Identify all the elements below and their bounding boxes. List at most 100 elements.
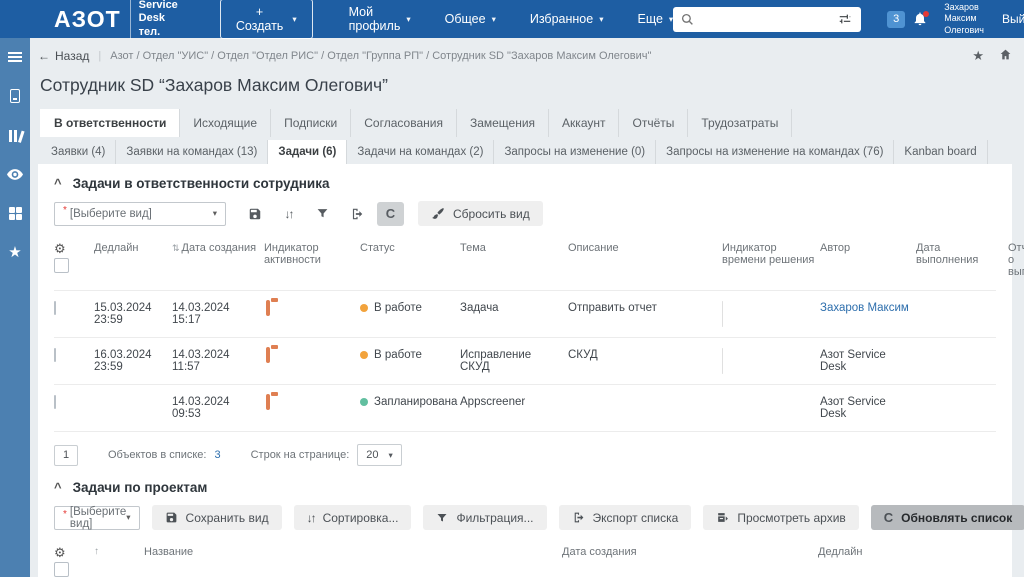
save-view-button[interactable] [241, 202, 268, 226]
button-label: Фильтрация... [456, 511, 533, 525]
sub-tab[interactable]: Заявки (4) [40, 140, 116, 164]
main-tab[interactable]: Отчёты [619, 109, 688, 137]
reset-view-button[interactable]: Сбросить вид [418, 201, 543, 226]
author-link[interactable]: Захаров Максим [820, 302, 909, 314]
main-tab[interactable]: Замещения [457, 109, 549, 137]
sub-tab[interactable]: Kanban board [894, 140, 987, 164]
task-clipboard-icon[interactable] [266, 394, 270, 410]
table-row[interactable]: 14.03.2024 09:53 Запланирована Appscreen… [54, 384, 996, 432]
row-checkbox[interactable] [54, 348, 56, 362]
refresh-button[interactable]: C [377, 202, 404, 226]
sub-tab[interactable]: Запросы на изменение на командах (76) [656, 140, 894, 164]
select-all-checkbox[interactable] [54, 562, 69, 577]
refresh-list-button[interactable]: C Обновлять список [871, 505, 1024, 530]
save-view-button[interactable]: Сохранить вид [152, 505, 282, 530]
export-button[interactable] [343, 202, 370, 226]
main-tab[interactable]: Подписки [271, 109, 351, 137]
table-row[interactable]: 15.03.2024 23:59 14.03.2024 15:17 В рабо… [54, 290, 996, 337]
sub-tab[interactable]: Задачи на командах (2) [347, 140, 494, 164]
sub-tab[interactable]: Задачи (6) [268, 140, 347, 164]
favorite-star-button[interactable]: ★ [972, 48, 984, 64]
main-tab[interactable]: Исходящие [180, 109, 271, 137]
chevron-down-icon: ▾ [599, 14, 603, 25]
save-icon [165, 511, 178, 524]
cell-theme: Исправление СКУД [460, 349, 564, 373]
collapse-section-button[interactable]: ^ [54, 177, 62, 190]
chevron-down-icon: ▾ [126, 512, 130, 523]
chevron-down-icon: ▾ [389, 450, 393, 461]
tasks-toolbar: * [Выберите вид] ▾ ↓↑ [54, 201, 996, 226]
column-header[interactable]: ⇅Дата создания [172, 242, 260, 254]
rows-per-page-label: Строк на странице: [251, 449, 350, 461]
objects-count-label: Объектов в списке: [108, 449, 206, 461]
search-settings-sliders-icon[interactable] [837, 12, 853, 26]
collapse-section-button[interactable]: ^ [54, 481, 62, 494]
column-header-label: Дата создания [182, 242, 257, 254]
select-all-checkbox[interactable] [54, 258, 69, 273]
brand: АЗОТ Service Desk тел. [54, 0, 178, 39]
back-link[interactable]: ← Назад [38, 49, 89, 63]
create-button[interactable]: + Создать ▾ [220, 0, 313, 39]
export-list-button[interactable]: Экспорт списка [559, 505, 692, 530]
column-header[interactable]: Индикатор активности [264, 242, 356, 266]
sub-tab[interactable]: Запросы на изменение (0) [494, 140, 656, 164]
column-header[interactable]: Тема [460, 242, 564, 254]
home-button[interactable] [999, 48, 1012, 64]
notifications-bell-button[interactable] [912, 10, 928, 28]
sort-button[interactable]: ↓↑ [275, 202, 302, 226]
page-number-button[interactable]: 1 [54, 445, 78, 466]
sidebar-menu-button[interactable] [4, 48, 26, 66]
hamburger-menu-icon [8, 52, 22, 62]
sort-button[interactable]: ↓↑ Сортировка... [294, 505, 412, 530]
notification-count-badge[interactable]: 3 [887, 11, 905, 28]
left-sidebar: ★ [0, 38, 30, 577]
funnel-icon [436, 512, 448, 524]
row-checkbox[interactable] [54, 395, 56, 409]
column-header[interactable]: Статус [360, 242, 456, 254]
breadcrumb[interactable]: Азот / Отдел "УИС" / Отдел "Отдел РИС" /… [110, 50, 651, 62]
table-row[interactable]: 16.03.2024 23:59 14.03.2024 11:57 В рабо… [54, 337, 996, 384]
rows-per-page-select[interactable]: 20 ▾ [357, 444, 402, 466]
columns-settings-gear-icon[interactable]: ⚙ [54, 242, 66, 255]
main-tab[interactable]: Трудозатраты [688, 109, 792, 137]
filter-button[interactable] [309, 202, 336, 226]
sort-up-icon[interactable]: ↑ [94, 546, 140, 557]
sidebar-apps-button[interactable] [4, 204, 26, 222]
main-tab[interactable]: Аккаунт [549, 109, 619, 137]
button-label: Сортировка... [323, 511, 399, 525]
author-name: Азот Service Desk [820, 349, 912, 373]
column-header[interactable]: Дата создания [562, 546, 814, 558]
view-select[interactable]: * [Выберите вид] ▾ [54, 506, 140, 530]
menu-more[interactable]: Еще ▾ [637, 5, 673, 33]
task-clipboard-icon[interactable] [266, 347, 270, 363]
sidebar-library-button[interactable] [4, 126, 26, 144]
sidebar-document-button[interactable] [4, 87, 26, 105]
sub-tab[interactable]: Заявки на командах (13) [116, 140, 268, 164]
task-clipboard-icon[interactable] [266, 300, 270, 316]
search-input[interactable] [700, 12, 831, 26]
column-header[interactable]: Дедлайн [94, 242, 168, 254]
menu-favorites[interactable]: Избранное ▾ [530, 5, 604, 33]
main-tab[interactable]: Согласования [351, 109, 457, 137]
column-header[interactable]: Название [144, 546, 558, 558]
view-archive-button[interactable]: Просмотреть архив [703, 505, 858, 530]
column-header[interactable]: Автор [820, 242, 912, 254]
rows-per-page-value: 20 [366, 449, 378, 461]
column-header[interactable]: Дедлайн [818, 546, 996, 558]
menu-general[interactable]: Общее ▾ [445, 5, 496, 33]
menu-profile[interactable]: Мой профиль ▾ [349, 5, 411, 33]
filter-button[interactable]: Фильтрация... [423, 505, 546, 530]
sidebar-favorites-button[interactable]: ★ [4, 243, 26, 261]
row-checkbox[interactable] [54, 301, 56, 315]
main-tab[interactable]: В ответственности [40, 109, 180, 137]
column-header[interactable]: Описание [568, 242, 718, 254]
sidebar-watch-button[interactable] [4, 165, 26, 183]
logout-button[interactable]: Выйти [1002, 12, 1024, 26]
column-header[interactable]: Дата выполнения [916, 242, 1004, 266]
user-name[interactable]: Захаров Максим Олегович [944, 2, 984, 36]
view-select[interactable]: * [Выберите вид] ▾ [54, 202, 226, 226]
brand-subtitle: Service Desk тел. [130, 0, 178, 39]
columns-settings-gear-icon[interactable]: ⚙ [54, 546, 66, 559]
cell-theme: Задача [460, 302, 564, 314]
column-header[interactable]: Индикатор времени решения [722, 242, 816, 266]
